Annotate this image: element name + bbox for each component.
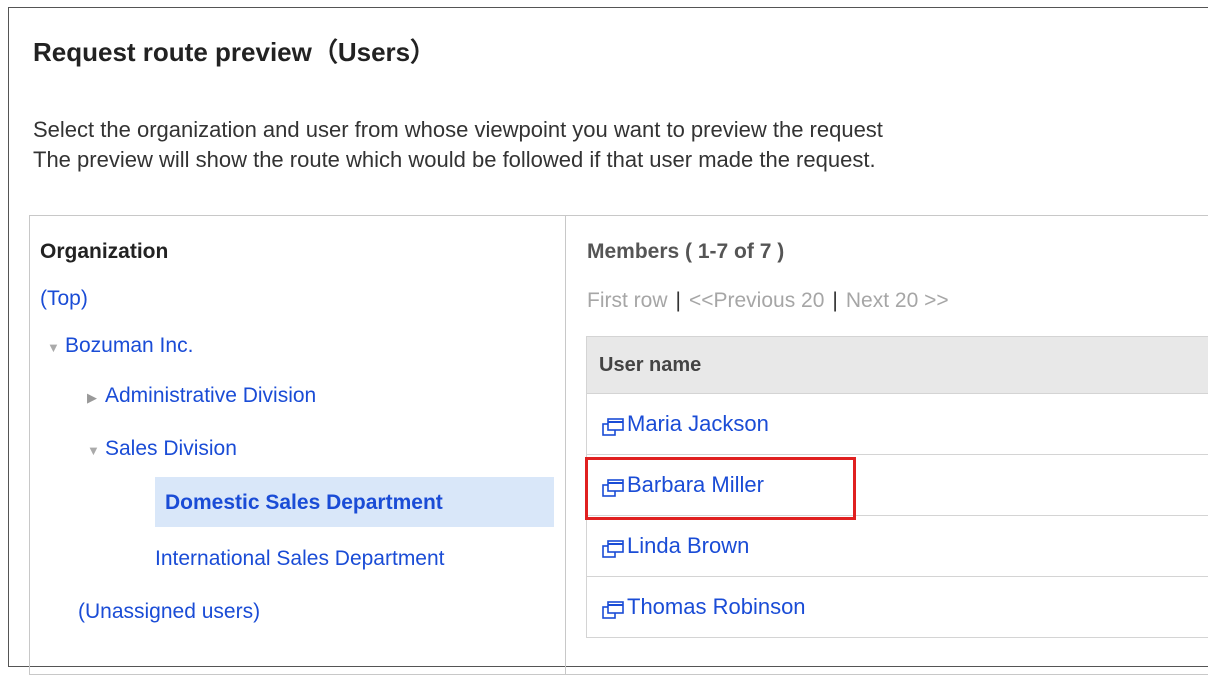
- page-title: Request route preview（Users）: [33, 37, 437, 67]
- members-heading: Members ( 1-7 of 7 ): [587, 240, 785, 263]
- unassigned-users-link[interactable]: (Unassigned users): [78, 600, 260, 623]
- tree-label-administrative[interactable]: Administrative Division: [105, 384, 316, 407]
- pager-next: Next 20 >>: [845, 289, 949, 312]
- pager-previous: <<Previous 20: [688, 289, 825, 312]
- page-description: Select the organization and user from wh…: [33, 115, 883, 175]
- expand-down-icon[interactable]: ▼: [47, 340, 65, 355]
- table-row[interactable]: Thomas Robinson: [587, 577, 1208, 638]
- top-link[interactable]: (Top): [40, 287, 88, 310]
- popup-window-icon[interactable]: [601, 600, 625, 620]
- tree-label-bozuman[interactable]: Bozuman Inc.: [65, 334, 193, 357]
- description-line-2: The preview will show the route which wo…: [33, 147, 876, 172]
- pager-first-row: First row: [587, 289, 668, 312]
- column-header-user-name[interactable]: User name: [587, 336, 1208, 394]
- tree-item-sales[interactable]: ▼ Sales Division: [87, 437, 237, 461]
- table-row[interactable]: Linda Brown: [587, 516, 1208, 577]
- panel-divider: [565, 215, 566, 675]
- tree-item-top[interactable]: (Top): [40, 287, 88, 311]
- user-link[interactable]: Thomas Robinson: [627, 594, 806, 620]
- expand-right-icon[interactable]: ▶: [87, 390, 105, 406]
- user-link[interactable]: Maria Jackson: [627, 411, 769, 437]
- organization-heading: Organization: [40, 240, 169, 263]
- table-row[interactable]: Maria Jackson: [587, 394, 1208, 455]
- user-link[interactable]: Linda Brown: [627, 533, 749, 559]
- tree-label-international[interactable]: International Sales Department: [155, 547, 445, 570]
- popup-window-icon[interactable]: [601, 539, 625, 559]
- tree-item-domestic-sales[interactable]: Domestic Sales Department: [165, 491, 443, 515]
- pager-separator: |: [675, 289, 681, 312]
- tree-item-international-sales[interactable]: International Sales Department: [155, 547, 445, 571]
- pager-separator: |: [832, 289, 838, 312]
- tree-item-bozuman[interactable]: ▼ Bozuman Inc.: [47, 334, 193, 358]
- expand-down-icon[interactable]: ▼: [87, 443, 105, 458]
- pager: First row | <<Previous 20 | Next 20 >>: [587, 289, 949, 313]
- highlight-box: [585, 457, 856, 520]
- tree-item-unassigned[interactable]: (Unassigned users): [78, 600, 260, 624]
- tree-label-sales[interactable]: Sales Division: [105, 437, 237, 460]
- tree-item-administrative[interactable]: ▶ Administrative Division: [87, 384, 316, 408]
- description-line-1: Select the organization and user from wh…: [33, 117, 883, 142]
- popup-window-icon[interactable]: [601, 417, 625, 437]
